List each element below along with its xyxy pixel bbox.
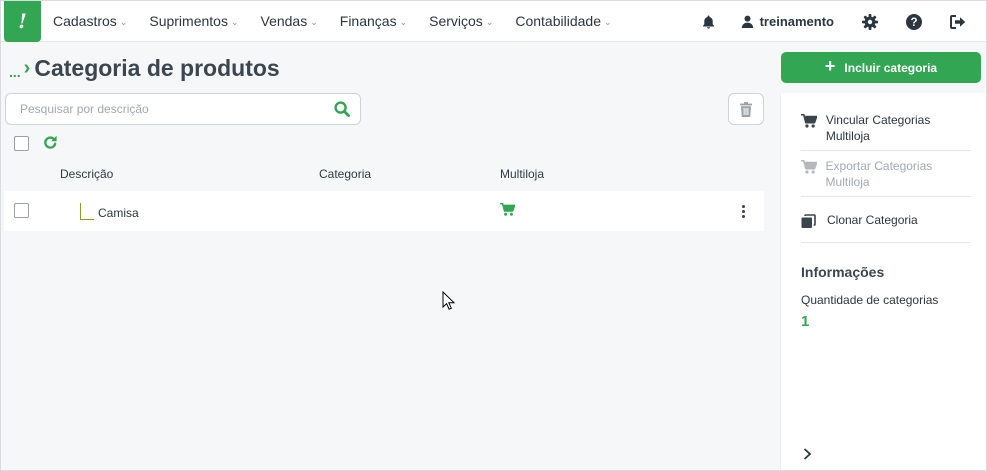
page-header: ... › Categoria de produtos xyxy=(9,55,280,82)
action-vincular-multiloja[interactable]: Vincular Categorias Multiloja xyxy=(801,112,971,144)
action-exportar-multiloja[interactable]: Exportar Categorias Multiloja xyxy=(801,158,971,190)
divider xyxy=(801,196,971,197)
logout-button[interactable] xyxy=(950,14,966,29)
action-label: Vincular Categorias Multiloja xyxy=(825,113,931,143)
user-menu[interactable]: treinamento xyxy=(741,14,834,29)
nav-item-contabilidade[interactable]: Contabilidade ⌄ xyxy=(515,13,611,29)
search-button[interactable] xyxy=(324,101,360,117)
settings-button[interactable] xyxy=(862,13,878,30)
kebab-dot xyxy=(742,210,745,213)
expand-panel-button[interactable] xyxy=(803,447,812,465)
tree-connector xyxy=(80,203,94,220)
info-section-title: Informações xyxy=(801,264,885,280)
table-row[interactable]: Camisa xyxy=(4,191,764,231)
category-count-label: Quantidade de categorias xyxy=(801,293,939,307)
row-description: Camisa xyxy=(98,206,139,220)
cart-icon xyxy=(500,202,516,221)
notifications-button[interactable] xyxy=(702,15,715,29)
kebab-dot xyxy=(742,215,745,218)
add-category-label: Incluir categoria xyxy=(844,60,938,75)
nav-item-servicos[interactable]: Serviços ⌄ xyxy=(429,13,493,29)
divider xyxy=(801,150,971,151)
top-navbar: ! Cadastros ⌄ Suprimentos ⌄ Vendas ⌄ Finanç… xyxy=(1,0,986,42)
main-nav: Cadastros ⌄ Suprimentos ⌄ Vendas ⌄ Finanças… xyxy=(53,1,634,42)
page-title: Categoria de produtos xyxy=(34,55,280,81)
nav-item-label: Contabilidade xyxy=(515,13,601,29)
table-header: Descrição Categoria Multiloja xyxy=(1,167,766,183)
nav-item-cadastros[interactable]: Cadastros ⌄ xyxy=(53,13,127,29)
nav-item-suprimentos[interactable]: Suprimentos ⌄ xyxy=(149,13,238,29)
search-icon xyxy=(334,101,350,117)
nav-item-financas[interactable]: Finanças ⌄ xyxy=(340,13,407,29)
gear-icon xyxy=(862,13,878,30)
chevron-down-icon: ⌄ xyxy=(603,16,612,27)
refresh-icon xyxy=(44,135,57,149)
search-box xyxy=(5,93,361,125)
chevron-down-icon: ⌄ xyxy=(230,16,239,27)
row-menu-button[interactable] xyxy=(742,205,745,218)
app-logo[interactable]: ! xyxy=(4,0,41,42)
trash-icon xyxy=(740,101,752,117)
action-clonar-categoria[interactable]: Clonar Categoria xyxy=(801,212,971,233)
chevron-right-icon xyxy=(803,448,812,460)
nav-item-vendas[interactable]: Vendas ⌄ xyxy=(261,13,318,29)
breadcrumb[interactable]: ... xyxy=(9,64,21,80)
nav-item-label: Serviços xyxy=(429,13,483,29)
chevron-right-icon: › xyxy=(23,57,31,79)
kebab-dot xyxy=(742,205,745,208)
category-count-value: 1 xyxy=(801,313,810,330)
logout-icon xyxy=(950,14,966,29)
column-header-categoria[interactable]: Categoria xyxy=(319,167,371,181)
chevron-down-icon: ⌄ xyxy=(310,16,318,27)
column-header-multiloja[interactable]: Multiloja xyxy=(500,167,544,181)
username: treinamento xyxy=(759,14,834,29)
clone-icon xyxy=(801,212,827,233)
divider xyxy=(801,242,971,243)
chevron-down-icon: ⌄ xyxy=(119,16,128,27)
cart-icon xyxy=(801,112,826,132)
action-label: Clonar Categoria xyxy=(827,213,918,227)
chevron-down-icon: ⌄ xyxy=(485,16,494,27)
nav-item-label: Finanças xyxy=(339,13,397,29)
cart-icon xyxy=(801,158,826,178)
nav-item-label: Cadastros xyxy=(53,13,117,29)
delete-button[interactable] xyxy=(728,93,764,125)
select-all-checkbox[interactable] xyxy=(14,136,29,151)
logo-mark: ! xyxy=(18,9,27,33)
help-icon: ? xyxy=(906,13,922,30)
user-icon xyxy=(741,15,753,28)
help-button[interactable]: ? xyxy=(906,13,922,30)
search-input[interactable] xyxy=(6,102,324,116)
svg-text:?: ? xyxy=(910,17,917,29)
row-checkbox[interactable] xyxy=(14,203,29,218)
action-label: Exportar Categorias Multiloja xyxy=(825,159,933,189)
plus-icon: + xyxy=(824,56,836,76)
column-header-descricao[interactable]: Descrição xyxy=(60,167,113,181)
header-actions: treinamento ? xyxy=(702,1,986,42)
nav-item-label: Suprimentos xyxy=(149,13,228,29)
mouse-cursor-icon xyxy=(442,290,456,315)
add-category-button[interactable]: + Incluir categoria xyxy=(781,52,981,83)
bell-icon xyxy=(702,15,714,29)
refresh-button[interactable] xyxy=(43,135,58,155)
side-panel: Vincular Categorias Multiloja Exportar C… xyxy=(780,93,986,470)
nav-item-label: Vendas xyxy=(260,13,308,29)
chevron-down-icon: ⌄ xyxy=(399,16,408,27)
